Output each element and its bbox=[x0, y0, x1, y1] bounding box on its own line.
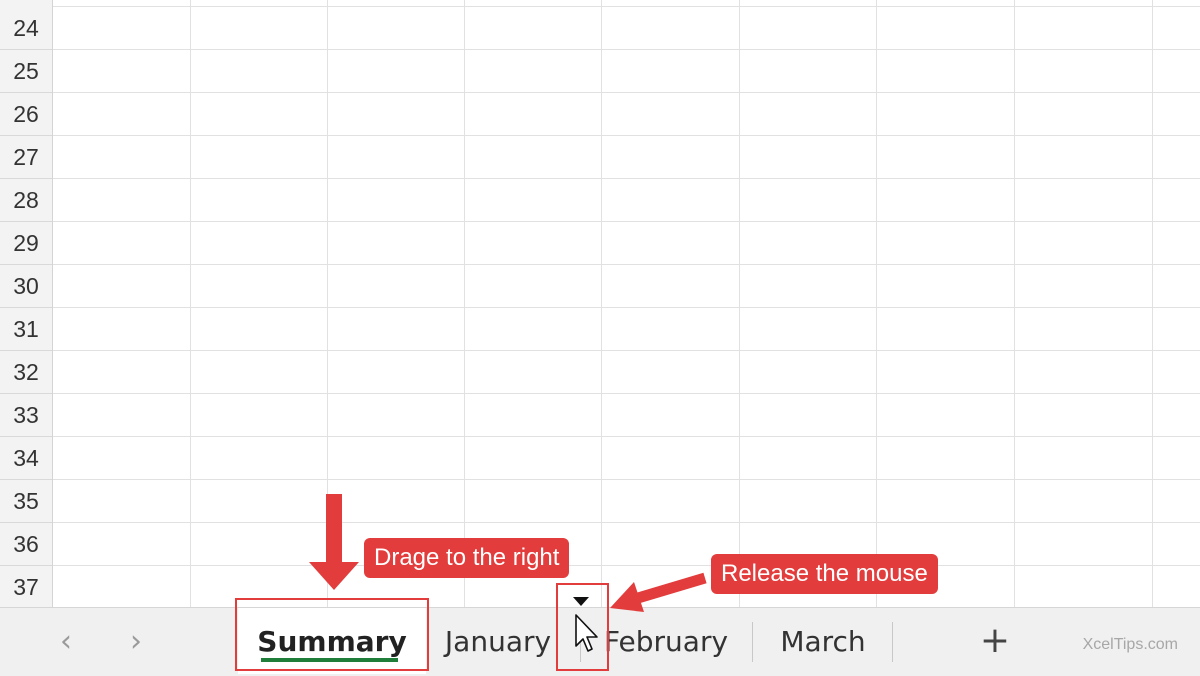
row-header-32[interactable]: 32 bbox=[0, 351, 52, 394]
gridline bbox=[739, 0, 740, 607]
row-header-28[interactable]: 28 bbox=[0, 179, 52, 222]
row-header-37[interactable]: 37 bbox=[0, 566, 52, 607]
tab-label: February bbox=[603, 624, 729, 658]
gridline bbox=[327, 0, 328, 607]
tab-separator bbox=[752, 622, 753, 662]
row-headers: 24 25 26 27 28 29 30 31 32 33 34 35 36 3… bbox=[0, 0, 53, 607]
gridline bbox=[53, 479, 1200, 480]
gridline bbox=[53, 307, 1200, 308]
row-header-35[interactable]: 35 bbox=[0, 480, 52, 523]
row-header-30[interactable]: 30 bbox=[0, 265, 52, 308]
row-header-34[interactable]: 34 bbox=[0, 437, 52, 480]
gridline bbox=[190, 0, 191, 607]
tab-january[interactable]: January bbox=[436, 608, 560, 674]
gridline bbox=[53, 178, 1200, 179]
next-sheet-button[interactable]: › bbox=[121, 624, 151, 659]
tab-label: March bbox=[780, 624, 866, 658]
row-header-27[interactable]: 27 bbox=[0, 136, 52, 179]
gridline bbox=[53, 49, 1200, 50]
gridline bbox=[53, 436, 1200, 437]
gridline bbox=[53, 264, 1200, 265]
gridline bbox=[1152, 0, 1153, 607]
add-sheet-button[interactable]: + bbox=[975, 620, 1015, 661]
row-header-29[interactable]: 29 bbox=[0, 222, 52, 265]
row-header-24[interactable]: 24 bbox=[0, 7, 52, 50]
drag-instruction-callout: Drage to the right bbox=[364, 538, 570, 578]
gridline bbox=[53, 92, 1200, 93]
row-header-36[interactable]: 36 bbox=[0, 523, 52, 566]
tab-february[interactable]: February bbox=[600, 608, 732, 674]
summary-highlight-box bbox=[235, 598, 429, 671]
gridline bbox=[1014, 0, 1015, 607]
row-header-25[interactable]: 25 bbox=[0, 50, 52, 93]
gridline bbox=[53, 522, 1200, 523]
gridline bbox=[53, 565, 1200, 566]
row-header-33[interactable]: 33 bbox=[0, 394, 52, 437]
gridline bbox=[53, 350, 1200, 351]
gridline bbox=[53, 393, 1200, 394]
tab-separator bbox=[892, 622, 893, 662]
gridline bbox=[601, 0, 602, 607]
gridline bbox=[53, 6, 1200, 7]
gridline bbox=[53, 221, 1200, 222]
release-instruction-callout: Release the mouse bbox=[711, 554, 938, 594]
cell-area[interactable] bbox=[53, 0, 1200, 607]
row-header-31[interactable]: 31 bbox=[0, 308, 52, 351]
worksheet-grid[interactable]: 24 25 26 27 28 29 30 31 32 33 34 35 36 3… bbox=[0, 0, 1200, 607]
gridline bbox=[464, 0, 465, 607]
row-header-26[interactable]: 26 bbox=[0, 93, 52, 136]
gridline bbox=[876, 0, 877, 607]
watermark: XcelTips.com bbox=[1082, 636, 1178, 653]
tab-label: January bbox=[444, 624, 552, 658]
gridline bbox=[53, 135, 1200, 136]
drop-position-highlight-box bbox=[556, 583, 609, 671]
previous-sheet-button[interactable]: ‹ bbox=[51, 624, 81, 659]
tab-march[interactable]: March bbox=[768, 608, 878, 674]
